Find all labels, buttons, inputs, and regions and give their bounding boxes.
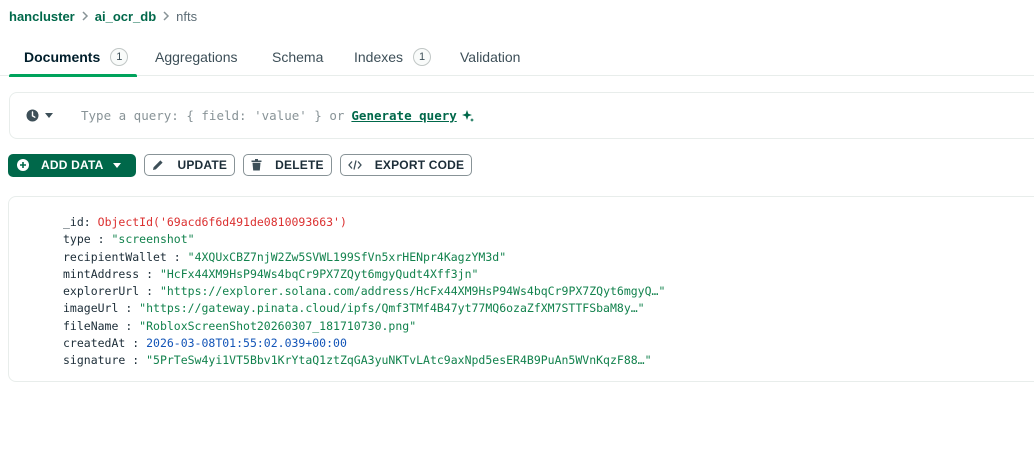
- field-value: "RobloxScreenShot20260307_181710730.png": [139, 318, 417, 333]
- breadcrumb-cluster[interactable]: hancluster: [9, 9, 75, 24]
- field-key: mintAddress: [63, 266, 140, 281]
- field-key: createdAt: [63, 336, 126, 351]
- chevron-right-icon: [162, 11, 170, 21]
- breadcrumb-collection: nfts: [176, 8, 198, 24]
- field-value: "https://gateway.pinata.cloud/ipfs/Qmf3T…: [139, 301, 645, 316]
- document-field: recipientWallet : "4XQUxCBZ7njW2Zw5SVWL1…: [63, 249, 507, 264]
- tab-label: Aggregations: [155, 49, 238, 65]
- field-value: "5PrTeSw4yi1VT5Bbv1KrYtaQ1ztZqGA3yuNKTvL…: [146, 353, 652, 368]
- field-value: "https://explorer.solana.com/address/HcF…: [159, 284, 666, 299]
- export-code-button[interactable]: EXPORT CODE: [339, 154, 473, 176]
- add-data-label: ADD DATA: [41, 158, 104, 172]
- tab-label: Schema: [272, 49, 324, 65]
- tab-count-badge: 1: [110, 48, 129, 66]
- pencil-icon: [152, 159, 170, 171]
- document-field: mintAddress : "HcFx44XM9HsP94Ws4bqCr9PX7…: [63, 266, 479, 281]
- trash-icon: [251, 159, 268, 171]
- field-key: type: [63, 232, 91, 247]
- tab-validation[interactable]: Validation: [460, 38, 520, 76]
- document-card[interactable]: _id: ObjectId('69acd6f6d491de0810093663'…: [8, 196, 1034, 382]
- caret-down-icon: [45, 113, 53, 118]
- field-key: imageUrl: [63, 301, 119, 316]
- tab-count-badge: 1: [413, 48, 432, 66]
- generate-query-link[interactable]: Generate query: [351, 108, 456, 123]
- plus-circle-icon: [17, 159, 35, 171]
- chevron-right-icon: [81, 11, 89, 21]
- export-code-label: EXPORT CODE: [374, 158, 465, 172]
- document-fields: _id: ObjectId('69acd6f6d491de0810093663'…: [63, 214, 665, 370]
- query-history-button[interactable]: [26, 109, 53, 122]
- document-field: type : "screenshot": [63, 232, 195, 247]
- field-key: explorerUrl: [63, 284, 140, 299]
- document-field: fileName : "RobloxScreenShot20260307_181…: [63, 318, 417, 333]
- field-value: "HcFx44XM9HsP94Ws4bqCr9PX7ZQyt6mgyQudt4X…: [159, 266, 479, 281]
- update-button[interactable]: UPDATE: [144, 154, 236, 176]
- code-icon: [347, 160, 368, 170]
- update-label: UPDATE: [177, 158, 228, 172]
- document-field: explorerUrl : "https://explorer.solana.c…: [63, 284, 666, 299]
- sparkle-icon: [461, 109, 475, 123]
- tab-indexes[interactable]: Indexes 1: [354, 38, 432, 76]
- delete-button[interactable]: DELETE: [243, 154, 332, 176]
- field-value: "4XQUxCBZ7njW2Zw5SVWL199SfVn5xrHENpr4Kag…: [187, 249, 507, 264]
- document-toolbar: ADD DATA UPDATE DELETE EXPORT CODE: [8, 153, 480, 177]
- tab-label: Validation: [460, 49, 521, 65]
- active-tab-indicator: [9, 74, 137, 77]
- field-key: fileName: [63, 318, 119, 333]
- tab-documents[interactable]: Documents 1: [24, 38, 129, 76]
- document-field: _id: ObjectId('69acd6f6d491de0810093663'…: [63, 215, 347, 229]
- query-bar: Type a query: { field: 'value' } or Gene…: [9, 92, 1034, 139]
- tab-schema[interactable]: Schema: [272, 38, 323, 76]
- breadcrumb: hancluster ai_ocr_db nfts: [9, 6, 197, 26]
- query-input[interactable]: Type a query: { field: 'value' } or: [81, 108, 344, 123]
- field-value: 2026-03-08T01:55:02.039+00:00: [146, 336, 347, 351]
- tab-label: Documents: [24, 49, 101, 65]
- breadcrumb-database[interactable]: ai_ocr_db: [95, 9, 156, 24]
- document-field: createdAt : 2026-03-08T01:55:02.039+00:0…: [63, 336, 347, 351]
- delete-label: DELETE: [275, 158, 324, 172]
- add-data-button[interactable]: ADD DATA: [8, 153, 137, 177]
- field-key: signature: [63, 353, 126, 368]
- field-value: "screenshot": [111, 232, 195, 247]
- field-value: ObjectId('69acd6f6d491de0810093663'): [97, 215, 347, 229]
- document-field: signature : "5PrTeSw4yi1VT5Bbv1KrYtaQ1zt…: [63, 353, 652, 368]
- field-key: recipientWallet: [63, 249, 167, 264]
- tab-label: Indexes: [354, 49, 404, 65]
- caret-down-icon: [113, 162, 127, 168]
- document-field: imageUrl : "https://gateway.pinata.cloud…: [63, 301, 645, 316]
- tab-aggregations[interactable]: Aggregations: [155, 38, 238, 76]
- field-key: _id: [63, 215, 84, 229]
- collection-tabs: Documents 1 Aggregations Schema Indexes …: [0, 38, 1034, 77]
- clock-icon: [26, 109, 39, 122]
